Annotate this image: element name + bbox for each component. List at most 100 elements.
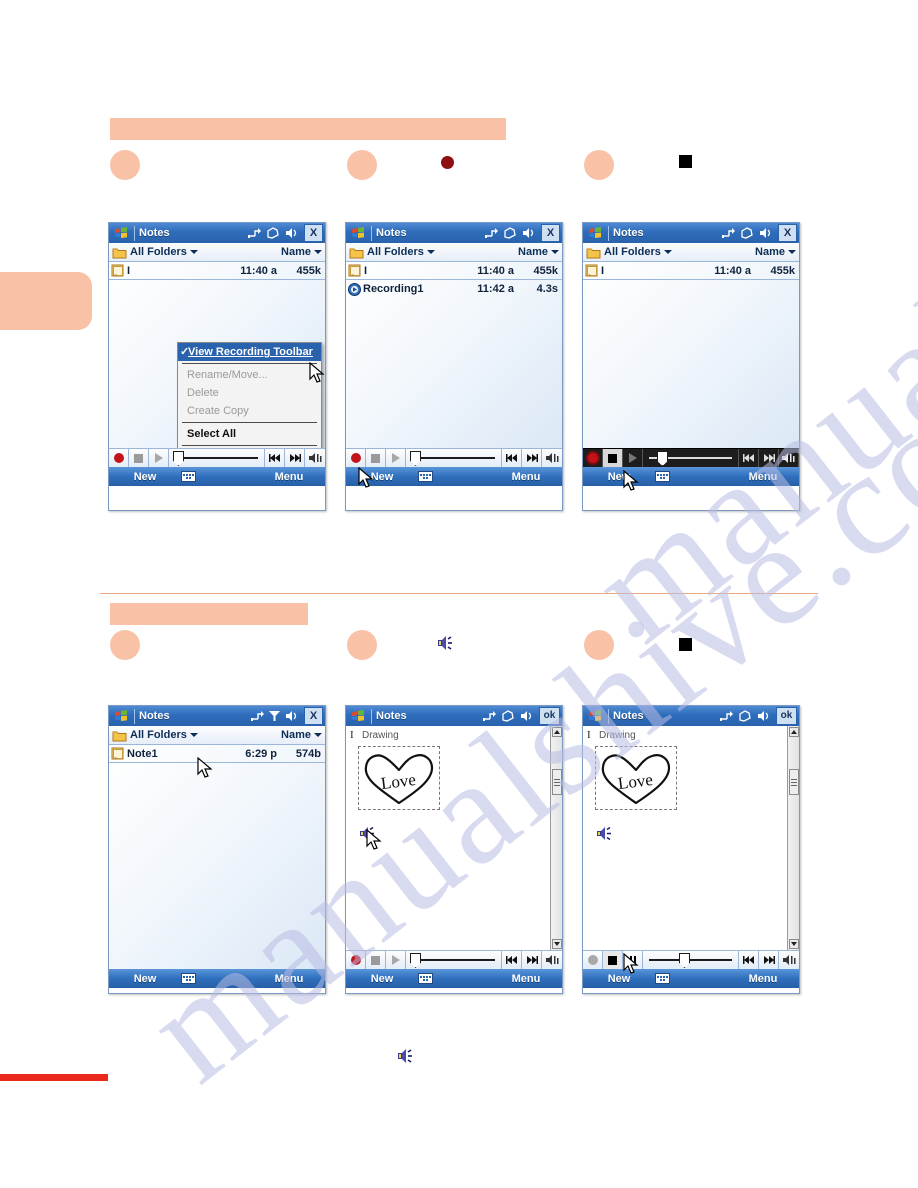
table-row[interactable]: I 11:40 a 455k [109,262,325,280]
folder-selector[interactable]: All Folders [586,246,672,259]
stop-button[interactable] [366,449,386,467]
play-button[interactable] [386,951,406,969]
speaker-off-icon[interactable] [738,710,752,722]
drawing-selection-box[interactable]: Love [595,746,677,810]
record-button[interactable] [109,449,129,467]
menu-item-delete[interactable]: Delete [178,384,321,402]
menu-button[interactable]: Menu [490,973,562,985]
chevron-down-icon[interactable] [314,250,322,254]
position-slider[interactable] [643,449,739,467]
close-button[interactable]: X [778,224,797,242]
chevron-down-icon[interactable] [314,733,322,737]
note-editor[interactable]: I Drawing Love [583,726,799,950]
ok-button[interactable]: ok [539,707,560,725]
volume-icon[interactable] [759,227,773,239]
connectivity-icon[interactable] [485,227,498,239]
chevron-down-icon[interactable] [551,250,559,254]
play-button[interactable] [623,449,643,467]
rewind-button[interactable] [739,951,759,969]
sort-selector[interactable]: Name [755,246,796,258]
sort-selector[interactable]: Name [518,246,559,258]
volume-icon[interactable] [522,227,536,239]
rewind-button[interactable] [739,449,759,467]
keyboard-icon[interactable] [418,973,433,984]
menu-button[interactable]: Menu [490,471,562,483]
connectivity-icon[interactable] [248,227,261,239]
close-button[interactable]: X [541,224,560,242]
note-canvas[interactable]: I Drawing Love [346,726,550,950]
keyboard-icon-wrap[interactable] [655,973,727,984]
keyboard-icon-wrap[interactable] [181,471,253,482]
rewind-button[interactable] [265,449,285,467]
menu-button[interactable]: Menu [727,973,799,985]
new-button[interactable]: New [346,973,418,985]
stop-button[interactable] [129,449,149,467]
connectivity-icon[interactable] [251,710,264,722]
scroll-down-button[interactable] [788,939,799,949]
windows-flag-icon[interactable] [347,224,369,242]
speaker-off-icon[interactable] [503,227,517,239]
keyboard-icon-wrap[interactable] [181,973,253,984]
chevron-down-icon[interactable] [426,250,435,254]
speaker-off-icon[interactable] [266,227,280,239]
scroll-track[interactable] [551,737,562,939]
speaker-icon[interactable] [359,826,376,844]
keyboard-icon[interactable] [181,973,196,984]
sort-selector[interactable]: Name [281,246,322,258]
speaker-icon[interactable] [596,826,613,844]
scroll-thumb[interactable] [551,769,562,795]
forward-button[interactable] [522,951,542,969]
drawing-selection-box[interactable]: Love [358,746,440,810]
folder-selector[interactable]: All Folders [349,246,435,259]
record-button[interactable] [346,449,366,467]
menu-item-select-all[interactable]: Select All [178,425,321,443]
table-row[interactable]: Recording1 11:42 a 4.3s [346,280,562,298]
chevron-down-icon[interactable] [788,250,796,254]
speaker-off-icon[interactable] [501,710,515,722]
close-button[interactable]: X [304,707,323,725]
windows-flag-icon[interactable] [584,707,606,725]
volume-icon[interactable] [520,710,534,722]
new-button[interactable]: New [583,471,655,483]
menu-button[interactable]: Menu [253,471,325,483]
scroll-down-button[interactable] [551,939,562,949]
record-button[interactable] [583,449,603,467]
play-button[interactable] [386,449,406,467]
connectivity-icon[interactable] [720,710,733,722]
new-button[interactable]: New [109,973,181,985]
menu-button[interactable]: Menu [253,973,325,985]
keyboard-icon-wrap[interactable] [418,471,490,482]
table-row[interactable]: I 11:40 a 455k [583,262,799,280]
scroll-up-button[interactable] [551,727,562,737]
windows-flag-icon[interactable] [347,707,369,725]
scroll-track[interactable] [788,737,799,939]
note-editor[interactable]: I Drawing Love [346,726,562,950]
pause-button[interactable] [623,951,643,969]
keyboard-icon[interactable] [655,471,670,482]
keyboard-icon[interactable] [181,471,196,482]
note-canvas[interactable]: I Drawing Love [583,726,787,950]
chevron-down-icon[interactable] [189,733,198,737]
rewind-button[interactable] [502,951,522,969]
volume-button[interactable] [779,951,799,969]
menu-item-view-recording-toolbar[interactable]: ✓View Recording Toolbar [178,343,321,361]
keyboard-icon-wrap[interactable] [655,471,727,482]
new-button[interactable]: New [109,471,181,483]
volume-icon[interactable] [285,227,299,239]
connectivity-icon[interactable] [483,710,496,722]
chevron-down-icon[interactable] [663,250,672,254]
volume-icon[interactable] [285,710,299,722]
windows-flag-icon[interactable] [110,707,132,725]
ok-button[interactable]: ok [776,707,797,725]
keyboard-icon-wrap[interactable] [418,973,490,984]
table-row[interactable]: I 11:40 a 455k [346,262,562,280]
sort-selector[interactable]: Name [281,729,322,741]
chevron-down-icon[interactable] [189,250,198,254]
rewind-button[interactable] [502,449,522,467]
volume-icon[interactable] [757,710,771,722]
scroll-up-button[interactable] [788,727,799,737]
position-slider[interactable] [643,951,739,969]
keyboard-icon[interactable] [655,973,670,984]
forward-button[interactable] [285,449,305,467]
signal-icon[interactable] [269,710,280,722]
